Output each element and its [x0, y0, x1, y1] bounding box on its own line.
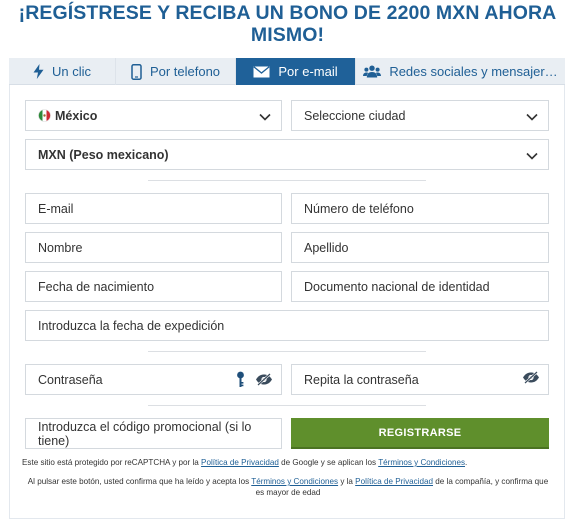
tab-label: Redes sociales y mensajer…: [389, 64, 558, 79]
city-select[interactable]: Seleccione ciudad: [291, 100, 549, 131]
terms-link[interactable]: Términos y Condiciones: [251, 477, 338, 486]
first-name-field[interactable]: Nombre: [25, 232, 282, 263]
chevron-down-icon: [526, 149, 538, 163]
tab-email[interactable]: Por e-mail: [236, 58, 356, 85]
divider: [148, 405, 426, 406]
birth-date-field[interactable]: Fecha de nacimiento: [25, 271, 282, 302]
tab-social[interactable]: Redes sociales y mensajer…: [356, 58, 565, 85]
people-icon: [363, 65, 382, 78]
notice-text: y la: [338, 477, 356, 486]
promo-code-field[interactable]: Introduzca el código promocional (si lo …: [25, 418, 282, 449]
password-field[interactable]: Contraseña: [25, 364, 282, 395]
currency-value: MXN (Peso mexicano): [38, 147, 169, 162]
tab-label: Por telefono: [149, 64, 221, 79]
register-button[interactable]: REGISTRARSE: [291, 418, 549, 449]
notice-text: de Google y se aplican los: [278, 458, 379, 467]
currency-select[interactable]: MXN (Peso mexicano): [25, 139, 549, 170]
privacy-policy-link[interactable]: Política de Privacidad: [201, 458, 279, 467]
last-name-field[interactable]: Apellido: [291, 232, 549, 263]
envelope-icon: [253, 65, 270, 78]
notice-text: Este sitio está protegido por reCAPTCHA …: [22, 458, 202, 467]
tab-label: Por e-mail: [278, 64, 338, 79]
terms-link[interactable]: Términos y Condiciones: [378, 458, 465, 467]
country-select[interactable]: México: [25, 100, 282, 131]
birth-date-placeholder: Fecha de nacimiento: [38, 279, 155, 294]
repeat-password-field[interactable]: Repita la contraseña: [291, 364, 549, 395]
tab-one-click[interactable]: Un clic: [9, 58, 116, 85]
mexico-flag-icon: [38, 109, 51, 122]
promo-placeholder: Introduzca el código promocional (si lo …: [38, 419, 252, 448]
last-name-placeholder: Apellido: [304, 240, 349, 255]
phone-field[interactable]: Número de teléfono: [291, 193, 549, 224]
phone-icon: [131, 63, 142, 80]
email-field[interactable]: E-mail: [25, 193, 282, 224]
recaptcha-notice: Este sitio está protegido por reCAPTCHA …: [22, 458, 552, 469]
eye-hidden-icon[interactable]: [522, 371, 540, 384]
city-placeholder: Seleccione ciudad: [304, 108, 406, 123]
issue-date-field[interactable]: Introduzca la fecha de expedición: [25, 310, 549, 341]
repeat-password-placeholder: Repita la contraseña: [304, 372, 419, 387]
issue-date-placeholder: Introduzca la fecha de expedición: [38, 318, 225, 333]
chevron-down-icon: [526, 110, 538, 124]
page-title: ¡REGÍSTRESE Y RECIBA UN BONO DE 2200 MXN…: [18, 2, 557, 46]
tab-label: Un clic: [51, 64, 91, 79]
country-value: México: [55, 108, 98, 123]
email-placeholder: E-mail: [38, 201, 74, 216]
divider: [148, 180, 426, 181]
confirm-notice: Al pulsar este botón, usted confirma que…: [24, 477, 552, 498]
registration-tabs: Un clic Por telefono Por e-mail Redes so…: [9, 58, 565, 85]
first-name-placeholder: Nombre: [38, 240, 83, 255]
privacy-policy-link[interactable]: Política de Privacidad: [355, 477, 433, 486]
notice-text: Al pulsar este botón, usted confirma que…: [27, 477, 252, 486]
national-id-placeholder: Documento nacional de identidad: [304, 279, 490, 294]
key-icon[interactable]: [236, 371, 245, 388]
eye-hidden-icon[interactable]: [255, 373, 273, 386]
phone-placeholder: Número de teléfono: [304, 201, 414, 216]
lightning-icon: [33, 64, 44, 79]
national-id-field[interactable]: Documento nacional de identidad: [291, 271, 549, 302]
password-placeholder: Contraseña: [38, 372, 103, 387]
tab-phone[interactable]: Por telefono: [116, 58, 236, 85]
chevron-down-icon: [259, 110, 271, 124]
divider: [148, 351, 426, 352]
notice-text: .: [465, 458, 468, 467]
